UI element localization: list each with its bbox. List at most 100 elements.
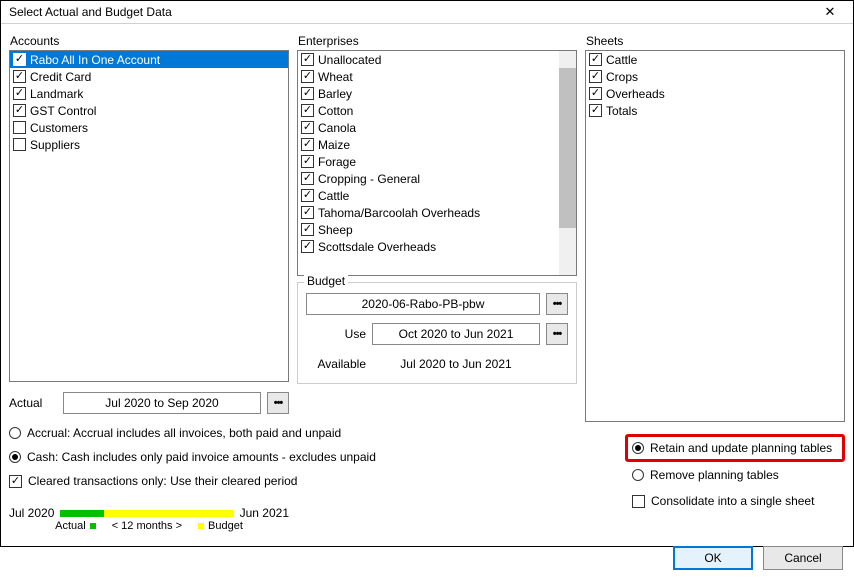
- list-item-label: Cotton: [318, 104, 353, 118]
- budget-file-row: 2020-06-Rabo-PB-pbw •••: [306, 293, 568, 315]
- accrual-label: Accrual: Accrual includes all invoices, …: [27, 426, 341, 440]
- use-range-field[interactable]: Oct 2020 to Jun 2021: [372, 323, 540, 345]
- checkbox-icon: [9, 475, 22, 488]
- planning-options: Retain and update planning tables Remove…: [585, 434, 845, 510]
- list-item[interactable]: Barley: [298, 85, 576, 102]
- cleared-label: Cleared transactions only: Use their cle…: [28, 474, 297, 488]
- list-item[interactable]: GST Control: [10, 102, 288, 119]
- list-item[interactable]: Crops: [586, 68, 844, 85]
- available-range-text: Jul 2020 to Jun 2021: [372, 353, 540, 375]
- radio-icon: [9, 451, 21, 463]
- ok-button[interactable]: OK: [673, 546, 753, 570]
- list-item[interactable]: Cattle: [298, 187, 576, 204]
- timeline-start: Jul 2020: [9, 506, 54, 520]
- checkbox-icon: [589, 70, 602, 83]
- remove-radio-row[interactable]: Remove planning tables: [625, 466, 845, 484]
- list-item-label: Customers: [30, 121, 88, 135]
- list-item[interactable]: Sheep: [298, 221, 576, 238]
- list-item[interactable]: Customers: [10, 119, 288, 136]
- list-item[interactable]: Cotton: [298, 102, 576, 119]
- checkbox-icon: [301, 104, 314, 117]
- list-item-label: Crops: [606, 70, 638, 84]
- accounts-label: Accounts: [9, 32, 289, 50]
- list-item-label: GST Control: [30, 104, 96, 118]
- available-label: Available: [306, 357, 366, 371]
- list-item[interactable]: Overheads: [586, 85, 844, 102]
- list-item[interactable]: Tahoma/Barcoolah Overheads: [298, 204, 576, 221]
- budget-file-browse-button[interactable]: •••: [546, 293, 568, 315]
- enterprises-listbox[interactable]: Unallocated Wheat Barley Cotton CanolaMaize F…: [297, 50, 577, 276]
- legend-actual-label: Actual: [55, 520, 86, 532]
- list-item[interactable]: Cropping - General: [298, 170, 576, 187]
- accounts-listbox[interactable]: Rabo All In One Account Credit Card Landma…: [9, 50, 289, 382]
- list-item-label: Suppliers: [30, 138, 80, 152]
- actual-range-field[interactable]: Jul 2020 to Sep 2020: [63, 392, 261, 414]
- list-item[interactable]: Scottsdale Overheads: [298, 238, 576, 255]
- list-item[interactable]: Credit Card: [10, 68, 288, 85]
- checkbox-icon: [13, 104, 26, 117]
- budget-fieldset: Budget 2020-06-Rabo-PB-pbw ••• Use Oct 2…: [297, 282, 577, 384]
- use-browse-button[interactable]: •••: [546, 323, 568, 345]
- list-item[interactable]: Rabo All In One Account: [10, 51, 288, 68]
- list-item[interactable]: Suppliers: [10, 136, 288, 153]
- list-item[interactable]: Forage: [298, 153, 576, 170]
- list-item-label: Landmark: [30, 87, 83, 101]
- list-item[interactable]: Landmark: [10, 85, 288, 102]
- footer: OK Cancel: [1, 540, 853, 580]
- list-item-label: Credit Card: [30, 70, 91, 84]
- checkbox-icon: [301, 172, 314, 185]
- list-item[interactable]: Canola: [298, 119, 576, 136]
- radio-icon: [9, 427, 21, 439]
- consolidate-check-row[interactable]: Consolidate into a single sheet: [625, 492, 845, 510]
- timeline-actual-segment: [60, 510, 103, 517]
- checkbox-icon: [301, 70, 314, 83]
- checkbox-icon: [589, 53, 602, 66]
- enterprises-label: Enterprises: [297, 32, 577, 50]
- list-item[interactable]: Totals: [586, 102, 844, 119]
- yellow-dot-icon: [198, 523, 204, 529]
- timeline-section: Jul 2020 Jun 2021 Actual < 12 months > B…: [9, 500, 289, 532]
- close-button[interactable]: ✕: [815, 1, 845, 23]
- list-item-label: Tahoma/Barcoolah Overheads: [318, 206, 480, 220]
- list-item-label: Unallocated: [318, 53, 381, 67]
- timeline-budget-segment: [104, 510, 234, 517]
- scrollbar[interactable]: [559, 51, 576, 275]
- highlight-retain: Retain and update planning tables: [625, 434, 845, 462]
- budget-available-row: Available Jul 2020 to Jun 2021: [306, 353, 568, 375]
- budget-file-field[interactable]: 2020-06-Rabo-PB-pbw: [306, 293, 540, 315]
- list-item[interactable]: Wheat: [298, 68, 576, 85]
- actual-label: Actual: [9, 396, 57, 410]
- checkbox-icon: [589, 87, 602, 100]
- list-item-label: Overheads: [606, 87, 665, 101]
- list-item-label: Totals: [606, 104, 637, 118]
- list-item-label: Cattle: [606, 53, 637, 67]
- retain-radio-row[interactable]: Retain and update planning tables: [632, 439, 838, 457]
- legend-middle: < 12 months >: [100, 520, 194, 532]
- radio-icon: [632, 442, 644, 454]
- checkbox-icon: [13, 70, 26, 83]
- list-item[interactable]: Maize: [298, 136, 576, 153]
- cancel-button[interactable]: Cancel: [763, 546, 843, 570]
- use-label: Use: [306, 327, 366, 341]
- window-title: Select Actual and Budget Data: [9, 5, 815, 19]
- timeline-bar: [60, 510, 233, 517]
- timeline-legend: Actual < 12 months > Budget: [9, 520, 289, 532]
- actual-row: Actual Jul 2020 to Sep 2020 •••: [9, 392, 289, 414]
- list-item-label: Forage: [318, 155, 356, 169]
- budget-use-row: Use Oct 2020 to Jun 2021 •••: [306, 323, 568, 345]
- scrollbar-thumb[interactable]: [559, 68, 576, 228]
- sheets-listbox[interactable]: Cattle Crops Overheads Totals: [585, 50, 845, 422]
- actual-browse-button[interactable]: •••: [267, 392, 289, 414]
- checkbox-icon: [13, 121, 26, 134]
- list-item-label: Canola: [318, 121, 356, 135]
- list-item-label: Wheat: [318, 70, 353, 84]
- checkbox-icon: [589, 104, 602, 117]
- sheets-label: Sheets: [585, 32, 845, 50]
- radio-icon: [632, 469, 644, 481]
- list-item[interactable]: Cattle: [586, 51, 844, 68]
- list-item[interactable]: Unallocated: [298, 51, 576, 68]
- list-item-label: Barley: [318, 87, 352, 101]
- list-item-label: Cropping - General: [318, 172, 420, 186]
- checkbox-icon: [13, 87, 26, 100]
- left-column: Accounts Rabo All In One Account Credit C…: [9, 32, 289, 532]
